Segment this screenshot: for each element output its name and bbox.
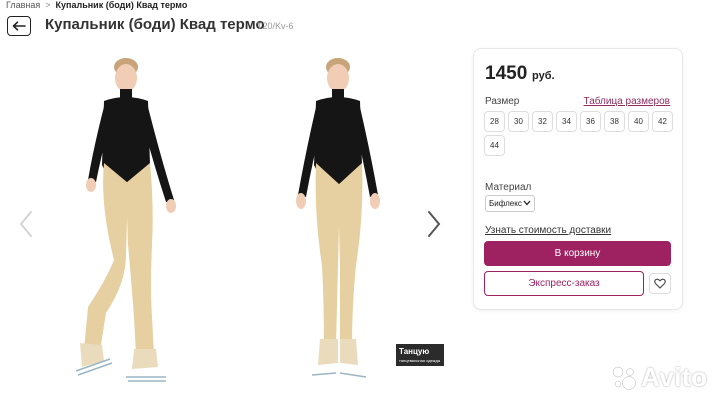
- size-options: 28 30 32 34 36 38 40 42 44: [484, 111, 674, 156]
- size-option[interactable]: 30: [508, 111, 529, 132]
- price-currency: руб.: [532, 70, 555, 82]
- product-page: Главная > Купальник (боди) Квад термо Купа…: [0, 0, 720, 403]
- page-title: Купальник (боди) Квад термо: [45, 16, 265, 33]
- size-option[interactable]: 42: [652, 111, 673, 132]
- express-order-button[interactable]: Экспресс-заказ: [484, 271, 644, 296]
- avito-watermark: Avito: [610, 362, 708, 393]
- size-option[interactable]: 44: [484, 135, 505, 156]
- chevron-left-icon[interactable]: [18, 210, 34, 238]
- watermark-subtitle: танцевальная одежда: [399, 358, 441, 363]
- size-option[interactable]: 32: [532, 111, 553, 132]
- arrow-left-icon: [12, 21, 26, 31]
- chevron-down-icon: [523, 200, 531, 206]
- product-gallery: Танцую танцевальная одежда: [0, 40, 470, 403]
- heart-icon: [654, 278, 666, 289]
- breadcrumb-home[interactable]: Главная: [6, 0, 40, 10]
- avito-logo-icon: [612, 366, 636, 390]
- breadcrumb: Главная > Купальник (боди) Квад термо: [6, 0, 187, 10]
- size-table-link[interactable]: Таблица размеров: [584, 96, 670, 107]
- material-label: Материал: [485, 182, 532, 193]
- size-option[interactable]: 34: [556, 111, 577, 132]
- product-purchase-card: 1450 руб. Размер Таблица размеров 28 30 32…: [473, 48, 683, 310]
- favorite-button[interactable]: [649, 273, 671, 294]
- size-option[interactable]: 28: [484, 111, 505, 132]
- breadcrumb-separator: >: [45, 0, 51, 10]
- add-to-cart-button[interactable]: В корзину: [484, 241, 671, 266]
- material-select[interactable]: Бифлекс: [485, 195, 535, 212]
- product-photo-2[interactable]: [282, 55, 394, 397]
- watermark-title: Танцую: [399, 347, 430, 356]
- size-label: Размер: [485, 96, 520, 107]
- price: 1450: [485, 63, 528, 84]
- product-sku: T20/Kv-6: [257, 21, 294, 31]
- size-option[interactable]: 38: [604, 111, 625, 132]
- product-photo-1[interactable]: [70, 55, 182, 397]
- size-option[interactable]: 40: [628, 111, 649, 132]
- back-button[interactable]: [7, 16, 31, 36]
- shop-watermark: Танцую танцевальная одежда: [396, 344, 444, 366]
- avito-wordmark: Avito: [641, 362, 708, 392]
- chevron-right-icon[interactable]: [426, 210, 442, 238]
- breadcrumb-current: Купальник (боди) Квад термо: [55, 0, 188, 10]
- size-option[interactable]: 36: [580, 111, 601, 132]
- material-value: Бифлекс: [489, 199, 522, 208]
- delivery-cost-link[interactable]: Узнать стоимость доставки: [485, 225, 611, 236]
